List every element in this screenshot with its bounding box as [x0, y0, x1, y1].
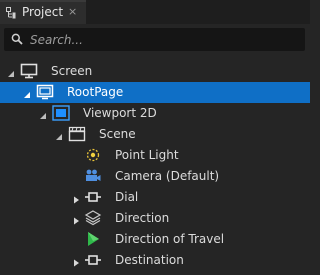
viewport-icon [52, 105, 70, 121]
tree-item-destination[interactable]: Destination [0, 250, 310, 271]
layers-icon [84, 210, 102, 226]
scene-icon [68, 126, 86, 142]
tab-bar: Project × [0, 0, 310, 24]
expanded-arrow-icon[interactable] [23, 88, 31, 98]
collapsed-arrow-icon[interactable] [72, 214, 80, 225]
collapsed-arrow-icon[interactable] [72, 256, 80, 267]
tree-item-label: Scene [99, 127, 136, 141]
camera-icon [84, 168, 102, 184]
cone-icon [84, 231, 102, 247]
collapsed-arrow-icon[interactable] [72, 193, 80, 204]
expanded-arrow-icon[interactable] [55, 130, 63, 140]
component-node-icon [84, 252, 102, 268]
tree-item-direction-of-travel[interactable]: Direction of Travel [0, 229, 310, 250]
search-icon [11, 33, 23, 48]
point-light-icon [84, 147, 102, 163]
tree-item-viewport-2d[interactable]: Viewport 2D [0, 103, 310, 124]
tab-title: Project [22, 5, 64, 19]
tree-item-camera[interactable]: Camera (Default) [0, 166, 310, 187]
tree-item-label: Dial [115, 190, 139, 204]
tree-item-scene[interactable]: Scene [0, 124, 310, 145]
tree-item-screen[interactable]: Screen [0, 61, 310, 82]
tree-item-label: Camera (Default) [115, 169, 220, 183]
expanded-arrow-icon[interactable] [39, 109, 47, 119]
project-panel: Project × Screen [0, 0, 310, 275]
tree-item-label: Point Light [115, 148, 179, 162]
tree-item-point-light[interactable]: Point Light [0, 145, 310, 166]
expanded-arrow-icon[interactable] [7, 67, 15, 77]
tab-project[interactable]: Project × [0, 0, 86, 24]
component-node-icon [84, 189, 102, 205]
tree-item-label: RootPage [67, 85, 124, 99]
monitor-icon [20, 63, 38, 79]
page-icon [36, 84, 54, 100]
search-box [4, 28, 305, 51]
tree-item-label: Destination [115, 253, 184, 267]
tree-item-direction[interactable]: Direction [0, 208, 310, 229]
project-icon [6, 7, 18, 22]
tree-item-label: Direction [115, 211, 170, 225]
search-input[interactable] [30, 31, 295, 48]
tree-item-label: Viewport 2D [83, 106, 157, 120]
tree-item-rootpage[interactable]: RootPage [0, 82, 310, 103]
close-icon[interactable]: × [68, 5, 77, 18]
tree-item-label: Screen [51, 64, 93, 78]
tree-item-dial[interactable]: Dial [0, 187, 310, 208]
tree-item-label: Direction of Travel [115, 232, 225, 246]
